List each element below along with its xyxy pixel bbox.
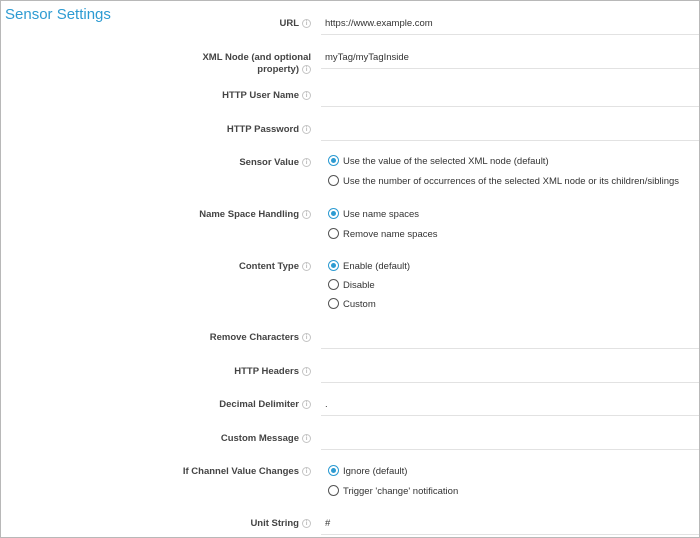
content-type-label: Content Type xyxy=(239,261,299,272)
namespace-option-1[interactable]: Use name spaces xyxy=(328,208,419,220)
info-icon[interactable]: i xyxy=(302,210,311,219)
info-icon[interactable]: i xyxy=(302,467,311,476)
settings-panel: Sensor Settings URL i https://www.example… xyxy=(0,0,700,538)
xml-node-label: XML Node (and optional xyxy=(202,52,311,63)
url-input[interactable]: https://www.example.com xyxy=(321,12,699,35)
option-label: Remove name spaces xyxy=(343,229,438,240)
content-type-option-2[interactable]: Disable xyxy=(328,279,375,291)
namespace-option-2[interactable]: Remove name spaces xyxy=(328,228,438,240)
option-label: Enable (default) xyxy=(343,261,411,272)
sensor-value-option-1[interactable]: Use the value of the selected XML node (… xyxy=(328,155,549,167)
radio-unchecked-icon[interactable] xyxy=(328,175,339,186)
radio-checked-icon[interactable] xyxy=(328,208,339,219)
section-title: Sensor Settings xyxy=(5,6,111,23)
remove-chars-label: Remove Characters xyxy=(209,332,299,343)
unit-string-input[interactable]: # xyxy=(321,512,699,535)
decimal-delimiter-value: . xyxy=(325,399,328,410)
decimal-delimiter-label: Decimal Delimiter xyxy=(219,399,299,410)
info-icon[interactable]: i xyxy=(302,125,311,134)
url-label: URL xyxy=(279,18,299,29)
radio-unchecked-icon[interactable] xyxy=(328,279,339,290)
http-user-input[interactable] xyxy=(321,84,699,107)
info-icon[interactable]: i xyxy=(302,158,311,167)
info-icon[interactable]: i xyxy=(302,434,311,443)
info-icon[interactable]: i xyxy=(302,367,311,376)
option-label: Use the number of occurrences of the sel… xyxy=(343,176,680,187)
option-label: Custom xyxy=(343,299,376,310)
unit-string-value: # xyxy=(325,518,331,529)
custom-message-input[interactable] xyxy=(321,427,699,450)
option-label: Trigger 'change' notification xyxy=(343,486,459,497)
url-value: https://www.example.com xyxy=(325,18,433,29)
channel-change-label: If Channel Value Changes xyxy=(182,466,299,477)
content-type-option-3[interactable]: Custom xyxy=(328,298,376,310)
info-icon[interactable]: i xyxy=(302,19,311,28)
http-password-input[interactable] xyxy=(321,118,699,141)
unit-string-label: Unit String xyxy=(250,518,299,529)
http-headers-label: HTTP Headers xyxy=(234,366,299,377)
http-password-label: HTTP Password xyxy=(226,124,299,135)
decimal-delimiter-input[interactable]: . xyxy=(321,393,699,416)
info-icon[interactable]: i xyxy=(302,519,311,528)
custom-message-label: Custom Message xyxy=(220,433,299,444)
channel-change-option-2[interactable]: Trigger 'change' notification xyxy=(328,485,458,497)
info-icon[interactable]: i xyxy=(302,65,311,74)
info-icon[interactable]: i xyxy=(302,333,311,342)
radio-checked-icon[interactable] xyxy=(328,465,339,476)
remove-chars-input[interactable] xyxy=(321,326,699,349)
radio-checked-icon[interactable] xyxy=(328,260,339,271)
http-user-label: HTTP User Name xyxy=(222,90,299,101)
radio-checked-icon[interactable] xyxy=(328,155,339,166)
info-icon[interactable]: i xyxy=(302,262,311,271)
radio-unchecked-icon[interactable] xyxy=(328,228,339,239)
info-icon[interactable]: i xyxy=(302,91,311,100)
content-type-option-1[interactable]: Enable (default) xyxy=(328,260,410,272)
option-label: Ignore (default) xyxy=(343,466,408,477)
http-headers-input[interactable] xyxy=(321,360,699,383)
option-label: Use the value of the selected XML node (… xyxy=(343,156,549,167)
xml-node-input[interactable]: myTag/myTagInside xyxy=(321,46,699,69)
namespace-label: Name Space Handling xyxy=(199,209,299,220)
channel-change-option-1[interactable]: Ignore (default) xyxy=(328,465,407,477)
sensor-value-label: Sensor Value xyxy=(239,157,299,168)
radio-unchecked-icon[interactable] xyxy=(328,298,339,309)
sensor-value-option-2[interactable]: Use the number of occurrences of the sel… xyxy=(328,175,679,187)
xml-node-value: myTag/myTagInside xyxy=(325,52,409,63)
info-icon[interactable]: i xyxy=(302,400,311,409)
option-label: Disable xyxy=(343,280,375,291)
radio-unchecked-icon[interactable] xyxy=(328,485,339,496)
xml-node-label-2: property) xyxy=(257,64,299,75)
option-label: Use name spaces xyxy=(343,209,420,220)
